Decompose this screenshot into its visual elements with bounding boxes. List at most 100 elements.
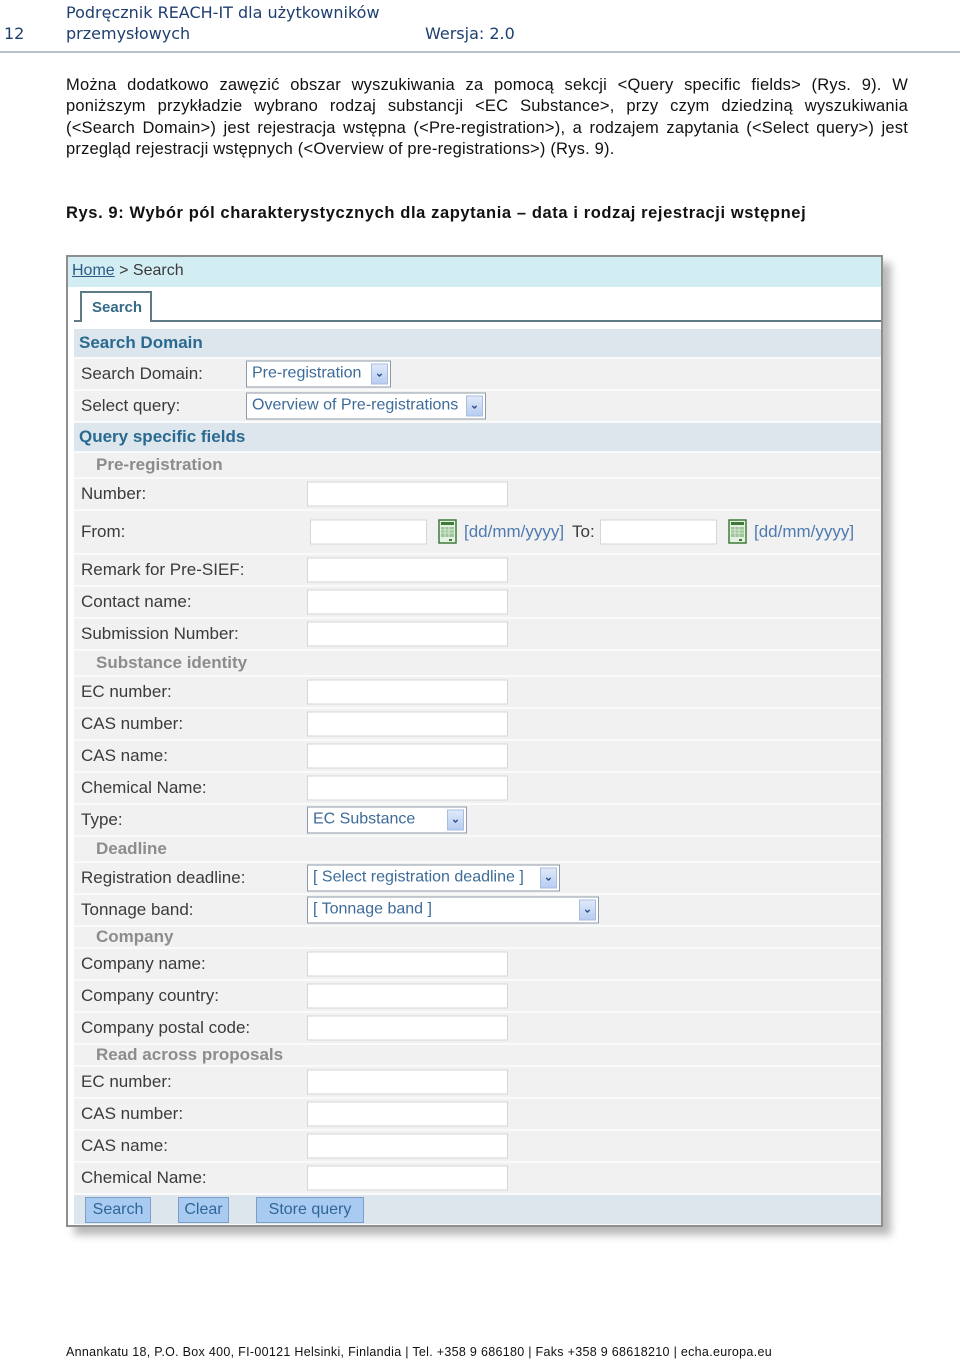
contact-row: Contact name: [74, 587, 881, 619]
search-form: Search Domain Search Domain: Pre-registr… [74, 329, 881, 1225]
company-postal-code-input[interactable] [307, 1015, 508, 1041]
ra-chemical-name-input[interactable] [307, 1165, 508, 1191]
to-date-format-hint: [dd/mm/yyyy] [754, 522, 855, 541]
type-value: EC Substance [313, 810, 416, 828]
to-label: To: [572, 522, 595, 541]
cas-number-row: CAS number: [74, 709, 881, 741]
breadcrumb: Home > Search [68, 257, 881, 287]
document-version: Wersja: 2.0 [425, 24, 515, 43]
company-name-input[interactable] [307, 951, 508, 977]
search-button[interactable]: Search [85, 1196, 151, 1223]
remark-input[interactable] [307, 557, 508, 583]
company-country-row: Company country: [74, 981, 881, 1013]
number-row: Number: [74, 479, 881, 511]
calendar-icon[interactable] [438, 519, 458, 545]
tonnage-band-value: [ Tonnage band ] [313, 900, 432, 918]
body-paragraph: Można dodatkowo zawęzić obszar wyszukiwa… [66, 76, 908, 158]
clear-button[interactable]: Clear [178, 1196, 229, 1223]
submission-label: Submission Number: [81, 624, 239, 643]
ec-number-input[interactable] [307, 679, 508, 705]
contact-name-input[interactable] [307, 589, 508, 615]
registration-deadline-select[interactable]: [ Select registration deadline ] ⌄ [307, 864, 560, 892]
select-query-select[interactable]: Overview of Pre-registrations ⌄ [246, 392, 486, 420]
tab-bar: Search [68, 287, 881, 323]
search-domain-value: Pre-registration [252, 364, 362, 382]
subsection-title: Pre-registration [96, 455, 223, 474]
registration-deadline-label: Registration deadline: [81, 868, 246, 887]
company-name-label: Company name: [81, 954, 206, 973]
section-title: Query specific fields [79, 427, 246, 446]
section-title: Search Domain [79, 333, 203, 352]
ra-ec-number-input[interactable] [307, 1069, 508, 1095]
from-date-input[interactable] [310, 519, 427, 545]
breadcrumb-current: Search [132, 262, 184, 279]
tonnage-band-label: Tonnage band: [81, 900, 194, 919]
subsection-company: Company [74, 927, 881, 949]
registration-deadline-value: [ Select registration deadline ] [313, 868, 524, 886]
document-title: Podręcznik REACH-IT dla użytkowników prz… [66, 2, 380, 44]
from-date-format-hint: [dd/mm/yyyy] [464, 522, 565, 541]
calendar-icon[interactable] [728, 519, 748, 545]
company-postal-label: Company postal code: [81, 1018, 251, 1037]
date-range-row: From: [dd/mm/yyyy] To: [dd/mm/yyyy] [74, 511, 881, 555]
number-input[interactable] [307, 481, 508, 507]
ra-cas-number-input[interactable] [307, 1101, 508, 1127]
ec-number-label: EC number: [81, 682, 172, 701]
chemical-name-row: Chemical Name: [74, 773, 881, 805]
remark-label: Remark for Pre-SIEF: [81, 560, 245, 579]
ra-cas-name-label: CAS name: [81, 1136, 168, 1155]
cas-number-label: CAS number: [81, 714, 184, 733]
type-label: Type: [81, 810, 123, 829]
chemical-name-label: Chemical Name: [81, 778, 207, 797]
ra-chemical-name-label: Chemical Name: [81, 1168, 207, 1187]
ra-cas-number-row: CAS number: [74, 1099, 881, 1131]
section-search-domain: Search Domain [74, 329, 881, 359]
type-select[interactable]: EC Substance ⌄ [307, 806, 467, 834]
chevron-down-icon[interactable]: ⌄ [447, 809, 464, 831]
chevron-down-icon[interactable]: ⌄ [579, 899, 596, 921]
tonnage-band-select[interactable]: [ Tonnage band ] ⌄ [307, 896, 599, 924]
chemical-name-input[interactable] [307, 775, 508, 801]
subsection-read-across: Read across proposals [74, 1045, 881, 1067]
search-domain-select[interactable]: Pre-registration ⌄ [246, 360, 391, 388]
select-query-label: Select query: [81, 396, 181, 415]
select-query-value: Overview of Pre-registrations [252, 396, 459, 414]
company-country-input[interactable] [307, 983, 508, 1009]
submission-row: Submission Number: [74, 619, 881, 651]
document-title-line2: przemysłowych [66, 24, 191, 43]
chevron-down-icon[interactable]: ⌄ [540, 867, 557, 889]
header-divider [0, 51, 960, 53]
type-row: Type: EC Substance ⌄ [74, 805, 881, 837]
ec-number-row: EC number: [74, 677, 881, 709]
number-label: Number: [81, 484, 147, 503]
cas-number-input[interactable] [307, 711, 508, 737]
to-date-input[interactable] [600, 519, 717, 545]
screenshot-figure: Home > Search Search Search Domain Searc… [66, 255, 883, 1227]
cas-name-row: CAS name: [74, 741, 881, 773]
cas-name-label: CAS name: [81, 746, 168, 765]
cas-name-input[interactable] [307, 743, 508, 769]
remark-row: Remark for Pre-SIEF: [74, 555, 881, 587]
chevron-down-icon[interactable]: ⌄ [466, 395, 483, 417]
company-postal-row: Company postal code: [74, 1013, 881, 1045]
search-domain-row: Search Domain: Pre-registration ⌄ [74, 359, 881, 391]
section-query-specific-fields: Query specific fields [74, 423, 881, 453]
contact-label: Contact name: [81, 592, 192, 611]
company-country-label: Company country: [81, 986, 219, 1005]
figure-caption: Rys. 9: Wybór pól charakterystycznych dl… [66, 204, 807, 222]
tab-search[interactable]: Search [80, 291, 152, 322]
chevron-down-icon[interactable]: ⌄ [371, 363, 388, 385]
ra-cas-name-input[interactable] [307, 1133, 508, 1159]
select-query-row: Select query: Overview of Pre-registrati… [74, 391, 881, 423]
registration-deadline-row: Registration deadline: [ Select registra… [74, 863, 881, 895]
breadcrumb-home-link[interactable]: Home [72, 262, 115, 279]
ra-cas-number-label: CAS number: [81, 1104, 184, 1123]
submission-number-input[interactable] [307, 621, 508, 647]
ra-ec-number-row: EC number: [74, 1067, 881, 1099]
document-title-line1: Podręcznik REACH-IT dla użytkowników [66, 3, 380, 22]
subsection-title: Read across proposals [96, 1045, 284, 1064]
from-label: From: [81, 522, 126, 541]
ra-ec-number-label: EC number: [81, 1072, 172, 1091]
ra-chemical-name-row: Chemical Name: [74, 1163, 881, 1195]
store-query-button[interactable]: Store query [256, 1196, 364, 1223]
